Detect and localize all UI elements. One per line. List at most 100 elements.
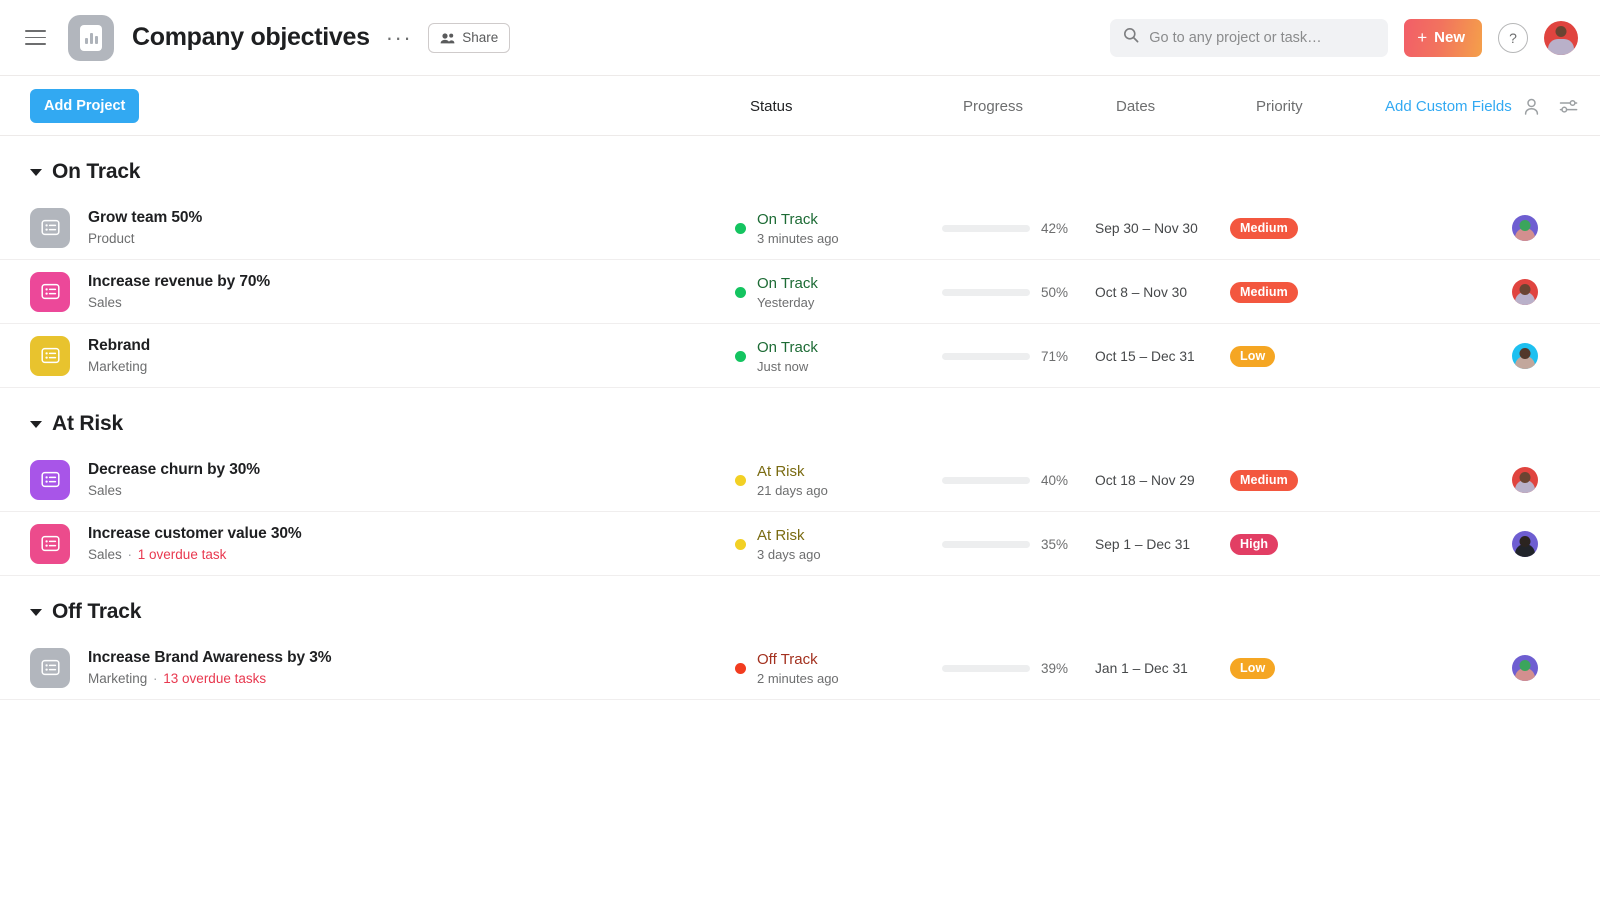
status-text: At Risk 3 days ago bbox=[757, 527, 821, 562]
progress-bar-track bbox=[942, 352, 1030, 360]
status-text: Off Track 2 minutes ago bbox=[757, 651, 839, 686]
collapse-caret-icon[interactable] bbox=[30, 608, 42, 616]
column-header-progress[interactable]: Progress bbox=[963, 76, 1023, 136]
project-info: Rebrand Marketing bbox=[88, 337, 150, 374]
project-bar-chart-icon bbox=[68, 14, 114, 61]
status-cell[interactable]: On Track Just now bbox=[735, 324, 818, 388]
project-row[interactable]: Decrease churn by 30% Sales At Risk 21 days… bbox=[0, 448, 1600, 512]
progress-percent: 40% bbox=[1041, 472, 1069, 488]
assignee-cell[interactable] bbox=[1512, 448, 1538, 512]
status-cell[interactable]: Off Track 2 minutes ago bbox=[735, 636, 839, 700]
dates-cell[interactable]: Sep 30 – Nov 30 bbox=[1095, 196, 1198, 260]
priority-cell[interactable]: Medium bbox=[1230, 260, 1298, 324]
search-box[interactable] bbox=[1110, 18, 1389, 57]
project-name[interactable]: Increase revenue by 70% bbox=[88, 273, 270, 291]
project-name[interactable]: Rebrand bbox=[88, 337, 150, 355]
assignee-cell[interactable] bbox=[1512, 636, 1538, 700]
dates-cell[interactable]: Oct 18 – Nov 29 bbox=[1095, 448, 1195, 512]
dates-cell[interactable]: Oct 15 – Dec 31 bbox=[1095, 324, 1195, 388]
progress-bar-track bbox=[942, 664, 1030, 672]
status-cell[interactable]: On Track 3 minutes ago bbox=[735, 196, 839, 260]
new-button[interactable]: + New bbox=[1404, 18, 1482, 57]
assignee-avatar[interactable] bbox=[1512, 531, 1538, 557]
project-row[interactable]: Increase customer value 30% Sales · 1 ove… bbox=[0, 512, 1600, 576]
plus-icon: + bbox=[1417, 28, 1428, 47]
progress-cell[interactable]: 42% bbox=[942, 196, 1068, 260]
progress-percent: 50% bbox=[1041, 284, 1069, 300]
hamburger-icon[interactable] bbox=[18, 21, 52, 55]
status-label: At Risk bbox=[757, 526, 805, 544]
assignee-cell[interactable] bbox=[1512, 324, 1538, 388]
project-row[interactable]: Increase revenue by 70% Sales On Track Yest… bbox=[0, 260, 1600, 324]
assignee-avatar[interactable] bbox=[1512, 467, 1538, 493]
status-label: On Track bbox=[757, 338, 818, 356]
assignee-avatar[interactable] bbox=[1512, 215, 1538, 241]
share-button[interactable]: Share bbox=[428, 22, 511, 53]
project-row[interactable]: Rebrand Marketing On Track Just now 71% Oct 1… bbox=[0, 324, 1600, 388]
status-text: At Risk 21 days ago bbox=[757, 463, 828, 498]
people-icon bbox=[440, 32, 455, 44]
more-options-button[interactable]: ··· bbox=[384, 26, 414, 49]
priority-cell[interactable]: Low bbox=[1230, 636, 1276, 700]
group-header[interactable]: On Track bbox=[0, 148, 1600, 196]
assignee-avatar[interactable] bbox=[1512, 343, 1538, 369]
priority-cell[interactable]: Medium bbox=[1230, 448, 1298, 512]
add-project-button[interactable]: Add Project bbox=[30, 88, 140, 123]
dates-cell[interactable]: Sep 1 – Dec 31 bbox=[1095, 512, 1190, 576]
column-header-priority[interactable]: Priority bbox=[1256, 76, 1303, 136]
group-header[interactable]: Off Track bbox=[0, 588, 1600, 636]
filter-sliders-icon[interactable] bbox=[1559, 97, 1578, 116]
dates-cell[interactable]: Jan 1 – Dec 31 bbox=[1095, 636, 1188, 700]
assignee-cell[interactable] bbox=[1512, 512, 1538, 576]
progress-cell[interactable]: 35% bbox=[942, 512, 1068, 576]
add-custom-fields-button[interactable]: Add Custom Fields bbox=[1385, 76, 1512, 136]
column-header-dates[interactable]: Dates bbox=[1116, 76, 1155, 136]
project-info: Increase Brand Awareness by 3% Marketing … bbox=[88, 649, 332, 686]
project-subtitle: Marketing bbox=[88, 359, 150, 374]
project-name[interactable]: Decrease churn by 30% bbox=[88, 461, 260, 479]
status-cell[interactable]: On Track Yesterday bbox=[735, 260, 818, 324]
group-header[interactable]: At Risk bbox=[0, 400, 1600, 448]
progress-bar-track bbox=[942, 224, 1030, 232]
status-text: On Track 3 minutes ago bbox=[757, 211, 839, 246]
assignee-cell[interactable] bbox=[1512, 260, 1538, 324]
status-timestamp: Yesterday bbox=[757, 294, 815, 310]
assignee-avatar[interactable] bbox=[1512, 655, 1538, 681]
project-team: Sales bbox=[88, 295, 122, 310]
project-list: On Track Grow team 50% Product On Track 3 mi… bbox=[0, 148, 1600, 700]
person-icon[interactable] bbox=[1522, 97, 1541, 116]
progress-cell[interactable]: 39% bbox=[942, 636, 1068, 700]
progress-cell[interactable]: 50% bbox=[942, 260, 1068, 324]
project-name[interactable]: Grow team 50% bbox=[88, 209, 202, 227]
project-list-icon bbox=[30, 523, 70, 564]
overdue-tasks: 13 overdue tasks bbox=[163, 671, 267, 686]
progress-cell[interactable]: 40% bbox=[942, 448, 1068, 512]
project-row[interactable]: Grow team 50% Product On Track 3 minutes ag… bbox=[0, 196, 1600, 260]
progress-cell[interactable]: 71% bbox=[942, 324, 1068, 388]
priority-cell[interactable]: High bbox=[1230, 512, 1279, 576]
status-cell[interactable]: At Risk 3 days ago bbox=[735, 512, 821, 576]
project-subtitle: Sales bbox=[88, 483, 260, 498]
column-toolbar: Add Project Status Progress Dates Priori… bbox=[0, 76, 1600, 136]
project-name[interactable]: Increase customer value 30% bbox=[88, 525, 302, 543]
separator: · bbox=[123, 547, 136, 562]
avatar[interactable] bbox=[1544, 20, 1578, 55]
collapse-caret-icon[interactable] bbox=[30, 420, 42, 428]
column-header-status[interactable]: Status bbox=[750, 76, 793, 136]
project-row[interactable]: Increase Brand Awareness by 3% Marketing … bbox=[0, 636, 1600, 700]
assignee-avatar[interactable] bbox=[1512, 279, 1538, 305]
project-name[interactable]: Increase Brand Awareness by 3% bbox=[88, 649, 332, 667]
project-list-icon bbox=[30, 647, 70, 688]
dates-cell[interactable]: Oct 8 – Nov 30 bbox=[1095, 260, 1187, 324]
help-button[interactable]: ? bbox=[1498, 22, 1528, 53]
collapse-caret-icon[interactable] bbox=[30, 168, 42, 176]
search-input[interactable] bbox=[1149, 29, 1376, 46]
priority-badge: Medium bbox=[1230, 281, 1298, 303]
page-title: Company objectives bbox=[132, 23, 370, 51]
status-cell[interactable]: At Risk 21 days ago bbox=[735, 448, 828, 512]
priority-cell[interactable]: Low bbox=[1230, 324, 1276, 388]
project-info: Increase customer value 30% Sales · 1 ove… bbox=[88, 525, 302, 562]
priority-cell[interactable]: Medium bbox=[1230, 196, 1298, 260]
assignee-cell[interactable] bbox=[1512, 196, 1538, 260]
project-info: Grow team 50% Product bbox=[88, 209, 202, 246]
